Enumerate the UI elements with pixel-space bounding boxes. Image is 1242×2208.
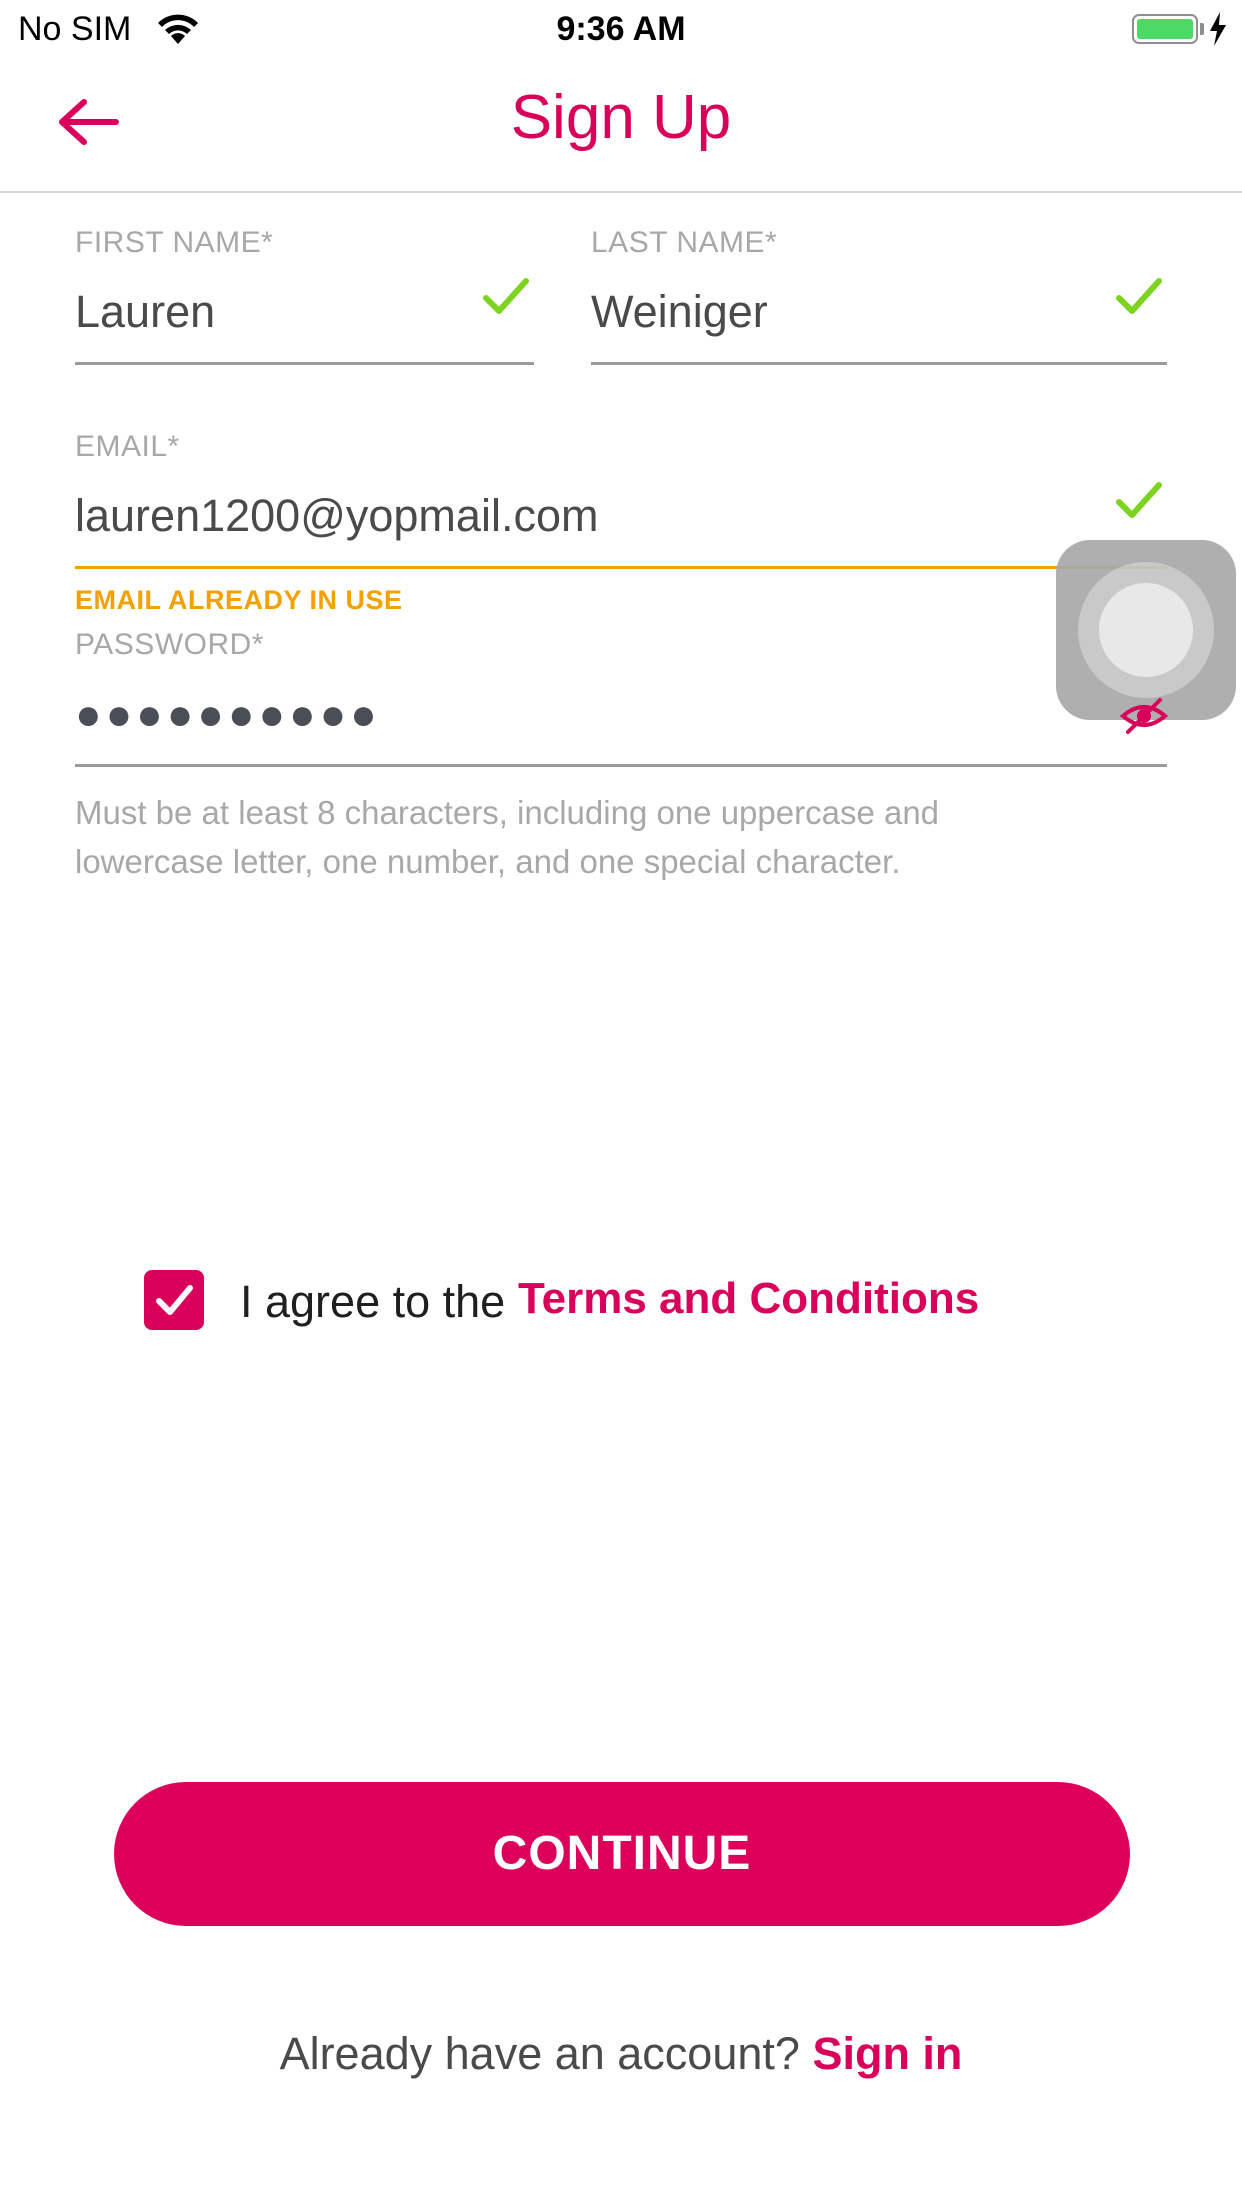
first-name-field[interactable]: Lauren — [75, 286, 215, 338]
signin-link[interactable]: Sign in — [812, 2028, 962, 2079]
signin-row: Already have an account? Sign in — [0, 2028, 1242, 2080]
email-error: EMAIL ALREADY IN USE — [75, 585, 403, 615]
password-field[interactable]: ●●●●●●●●●● — [75, 690, 381, 740]
check-icon — [1115, 276, 1163, 316]
checkmark-icon — [144, 1285, 204, 1334]
check-icon — [482, 276, 530, 316]
email-label: EMAIL* — [75, 430, 180, 463]
header-divider — [0, 191, 1242, 193]
password-label: PASSWORD* — [75, 628, 264, 661]
battery-icon — [1132, 14, 1198, 44]
password-hint: Must be at least 8 characters, including… — [75, 794, 940, 880]
last-name-label: LAST NAME* — [591, 226, 778, 259]
agree-text: I agree to the — [240, 1276, 506, 1327]
clock: 9:36 AM — [556, 10, 686, 48]
email-underline — [75, 566, 1167, 569]
signin-prompt: Already have an account? — [279, 2028, 800, 2079]
check-icon — [1115, 480, 1163, 520]
last-name-field[interactable]: Weiniger — [591, 286, 768, 338]
first-name-underline — [75, 362, 534, 365]
battery-cap — [1200, 23, 1204, 35]
terms-link[interactable]: Terms and Conditions — [518, 1274, 979, 1324]
password-underline — [75, 764, 1167, 767]
terms-checkbox[interactable] — [144, 1270, 204, 1330]
first-name-label: FIRST NAME* — [75, 226, 274, 259]
status-bar: No SIM 9:36 AM — [0, 0, 1242, 62]
bolt-icon — [1208, 12, 1228, 55]
assistive-touch-button[interactable] — [1056, 540, 1236, 720]
last-name-underline — [591, 362, 1167, 365]
eye-off-icon[interactable] — [1119, 696, 1169, 736]
email-field[interactable]: lauren1200@yopmail.com — [75, 490, 598, 542]
continue-button[interactable]: CONTINUE — [114, 1782, 1130, 1926]
page-title: Sign Up — [510, 83, 732, 152]
